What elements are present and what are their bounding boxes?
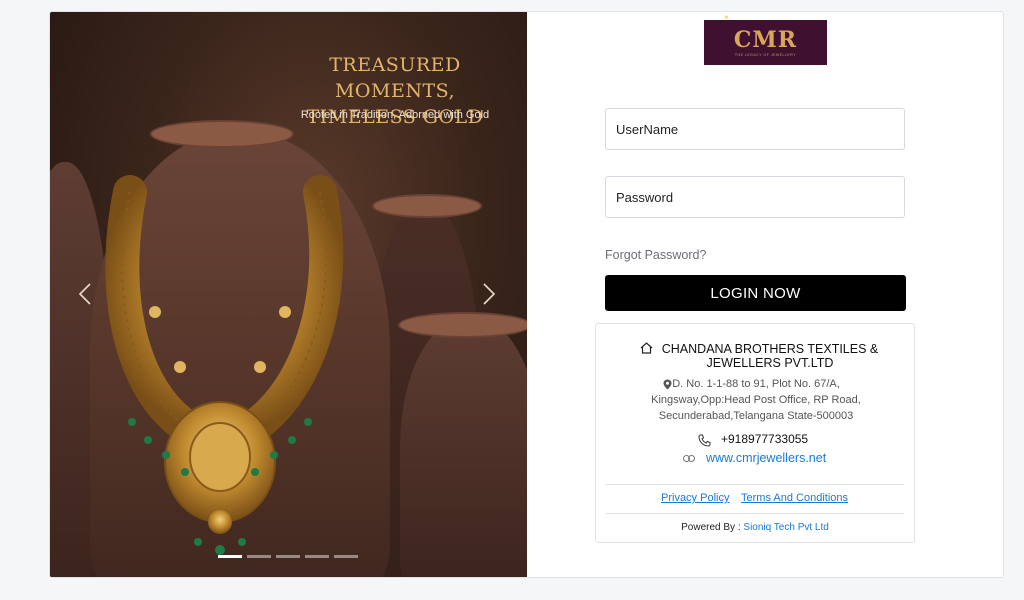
hero-title-line1: TREASURED MOMENTS,: [329, 54, 461, 102]
display-bust-rim-main: [150, 120, 294, 148]
display-bust-front-right: [400, 317, 527, 577]
phone-number: +918977733055: [721, 432, 809, 446]
carousel-indicator-3[interactable]: [276, 555, 300, 558]
carousel-indicator-5[interactable]: [334, 555, 358, 558]
company-info-box: CHANDANA BROTHERS TEXTILES & JEWELLERS P…: [595, 323, 915, 543]
carousel-indicator-2[interactable]: [247, 555, 271, 558]
cmr-logo: CMR ✦ THE LEGACY OF JEWELLERY: [704, 13, 827, 65]
necklace-image: [105, 175, 344, 555]
company-website-link[interactable]: www.cmrjewellers.net: [706, 451, 826, 465]
logo-text: CMR: [733, 26, 798, 53]
company-address: D. No. 1-1-88 to 91, Plot No. 67/A, King…: [651, 378, 861, 422]
divider: [606, 484, 904, 485]
powered-by-label: Powered By :: [681, 522, 741, 533]
company-name: CHANDANA BROTHERS TEXTILES & JEWELLERS P…: [661, 342, 879, 370]
divider: [606, 513, 904, 514]
logo-tagline: THE LEGACY OF JEWELLERY: [734, 52, 797, 57]
privacy-policy-link[interactable]: Privacy Policy: [661, 492, 729, 504]
username-input[interactable]: [605, 108, 905, 150]
login-card: TREASURED MOMENTS, TIMELESS GOLD Rooted …: [49, 11, 1004, 578]
login-button[interactable]: LOGIN NOW: [605, 275, 906, 311]
phone-icon: [698, 434, 711, 447]
chevron-left-icon: [78, 283, 91, 305]
forgot-password-link[interactable]: Forgot Password?: [605, 248, 706, 262]
powered-by: Powered By : Sioniq Tech Pvt Ltd: [596, 522, 914, 533]
password-input[interactable]: [605, 176, 905, 218]
company-phone: +918977733055: [721, 432, 808, 446]
powered-by-brand-link[interactable]: Sioniq Tech Pvt Ltd: [743, 522, 828, 533]
carousel-indicators: [218, 555, 358, 558]
carousel-indicator-4[interactable]: [305, 555, 329, 558]
chevron-right-icon: [483, 283, 496, 305]
display-bust-rim-front-right: [398, 312, 527, 338]
hero-subtitle: Rooted in Tradition, Adorned with Gold: [300, 109, 490, 121]
link-icon: [683, 455, 695, 462]
carousel-prev-button[interactable]: [78, 282, 92, 312]
carousel-indicator-1[interactable]: [218, 555, 242, 558]
star-icon: ✦: [723, 13, 730, 22]
display-bust-rim-right: [372, 194, 482, 218]
terms-conditions-link[interactable]: Terms And Conditions: [741, 492, 848, 504]
hero-carousel: TREASURED MOMENTS, TIMELESS GOLD Rooted …: [50, 12, 527, 577]
carousel-next-button[interactable]: [482, 282, 496, 312]
